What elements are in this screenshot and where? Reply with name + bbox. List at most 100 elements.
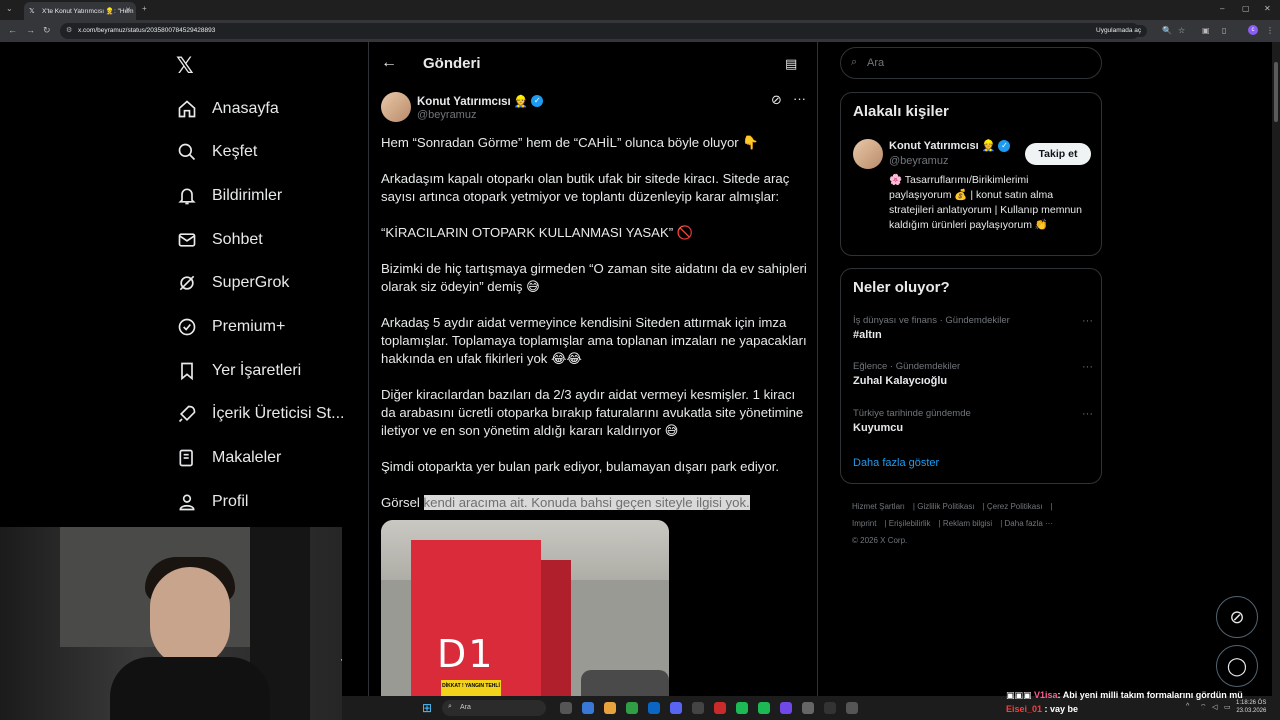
post-image[interactable]: D1 DİKKAT ! YANGIN TEHLİ (381, 520, 669, 720)
nav-bookmarks[interactable]: Yer İşaretleri (176, 356, 301, 386)
chrome-icon[interactable] (626, 702, 638, 714)
reader-mode-icon[interactable]: ▤ (785, 56, 797, 72)
forward-icon[interactable]: → (26, 25, 35, 35)
related-name[interactable]: Konut Yatırımcısı 👷 ✓ (889, 139, 1011, 152)
footer-link[interactable]: Daha fazla ··· (1005, 519, 1053, 528)
maximize-icon[interactable]: ▢ (1242, 4, 1250, 13)
grok-explain-icon[interactable]: ⊘ (771, 92, 782, 108)
related-people-card: Alakalı kişiler Konut Yatırımcısı 👷 ✓ @b… (840, 92, 1102, 256)
minimize-icon[interactable]: – (1220, 4, 1224, 13)
footer-link[interactable]: Çerez Politikası (987, 502, 1043, 511)
app-icon[interactable] (692, 702, 704, 714)
nav-explore[interactable]: Keşfet (176, 137, 257, 167)
scrollbar-thumb[interactable] (1274, 62, 1278, 122)
close-window-icon[interactable]: ✕ (1264, 4, 1271, 13)
app-icon[interactable] (802, 702, 814, 714)
app-icon[interactable] (714, 702, 726, 714)
webcam-face (150, 567, 230, 667)
footer-link[interactable]: Hizmet Şartları (852, 502, 905, 511)
trend-item[interactable]: Eğlence · Gündemdekiler Zuhal Kalaycıoğl… (853, 361, 1093, 387)
related-handle[interactable]: @beyramuz (889, 155, 948, 167)
reload-icon[interactable]: ↻ (43, 25, 51, 36)
windows-start-icon[interactable]: ⊞ (422, 701, 432, 715)
nav-profile[interactable]: Profil (176, 487, 248, 517)
chat-message: Eisei_01 : vay be (1006, 702, 1243, 716)
nav-supergrok[interactable]: SuperGrok (176, 268, 289, 298)
tab-list-icon[interactable]: ⌄ (6, 4, 13, 13)
browser-tab[interactable]: 𝕏 X'te Konut Yatırımcısı 👷: "Hem ✕ (24, 2, 136, 20)
more-options-icon[interactable]: ··· (1082, 408, 1093, 420)
trend-item[interactable]: İş dünyası ve finans · Gündemdekiler #al… (853, 315, 1093, 341)
nav-label: İçerik Üreticisi St... (212, 405, 345, 422)
more-options-icon[interactable]: ··· (1082, 361, 1093, 373)
pillar-label: D1 (437, 632, 495, 676)
follow-button[interactable]: Takip et (1025, 143, 1091, 165)
related-bio: 🌸 Tasarruflarımı/Birikimlerimi paylaşıyo… (889, 174, 1082, 231)
app-icon[interactable] (758, 702, 770, 714)
app-icon[interactable] (846, 702, 858, 714)
chat-username: V1isa (1034, 690, 1058, 700)
close-tab-icon[interactable]: ✕ (125, 6, 131, 14)
nav-premium[interactable]: Premium+ (176, 312, 285, 342)
footer-link[interactable]: Imprint (852, 519, 876, 528)
back-icon[interactable]: ← (8, 25, 17, 35)
nav-home[interactable]: Anasayfa (176, 94, 279, 124)
bookmark-star-icon[interactable]: ☆ (1178, 26, 1185, 35)
url-field[interactable]: ⚙ x.com/beyramuz/status/2035800784529428… (60, 23, 1140, 39)
verified-badge-icon: ✓ (998, 139, 1011, 152)
folder-icon[interactable] (604, 702, 616, 714)
nav-label: Yer İşaretleri (212, 362, 302, 379)
chat-message: ▣▣▣ V1isa: Abi yeni milli takım formaları… (1006, 688, 1243, 702)
grok-fab-button[interactable]: ⊘ (1216, 596, 1258, 638)
app-icon[interactable] (824, 702, 836, 714)
extensions-icon[interactable]: ▣ (1202, 26, 1210, 35)
spotify-icon[interactable] (736, 702, 748, 714)
app-icon[interactable] (780, 702, 792, 714)
post-paragraph-last: Görsel kendi aracıma ait. Konuda bahsi g… (381, 494, 809, 512)
nav-creator-studio[interactable]: İçerik Üreticisi St... (176, 399, 344, 429)
search-input[interactable]: ⌕ Ara (840, 47, 1102, 79)
address-bar-row: ← → ↻ ⚙ x.com/beyramuz/status/2035800784… (0, 20, 1280, 42)
article-icon (176, 447, 198, 469)
grok-icon (176, 272, 198, 294)
sidepanel-icon[interactable]: ▯ (1222, 26, 1226, 35)
chat-badges-icon: ▣▣▣ (1006, 690, 1032, 700)
post-paragraph: Şimdi otoparkta yer bulan park ediyor, b… (381, 459, 780, 474)
post-paragraph: Arkadaşım kapalı otoparkı olan butik ufa… (381, 171, 790, 204)
taskview-icon[interactable] (560, 702, 572, 714)
author-handle[interactable]: @beyramuz (417, 109, 476, 121)
related-avatar[interactable] (853, 139, 883, 169)
nav-notifications[interactable]: Bildirimler (176, 181, 282, 211)
site-info-icon[interactable]: ⚙ (66, 26, 72, 34)
app-icon[interactable] (648, 702, 660, 714)
grok-icon: ⊘ (1229, 607, 1245, 627)
nav-label: Sohbet (212, 231, 263, 248)
chat-bubble-icon: ◯ (1226, 656, 1248, 676)
show-more-link[interactable]: Daha fazla göster (853, 457, 939, 469)
nav-articles[interactable]: Makaleler (176, 443, 281, 473)
tab-title: X'te Konut Yatırımcısı 👷: "Hem (42, 8, 134, 15)
search-icon: ⌕ (851, 56, 858, 68)
nav-label: Premium+ (212, 318, 286, 335)
author-avatar[interactable] (381, 92, 411, 122)
open-in-app-button[interactable]: Uygulamada aç (1090, 25, 1148, 37)
trend-item[interactable]: Türkiye tarihinde gündemde Kuyumcu ··· (853, 408, 1093, 434)
menu-icon[interactable]: ⋮ (1266, 26, 1274, 35)
nav-chat[interactable]: Sohbet (176, 225, 263, 255)
footer-link[interactable]: Erişilebilirlik (889, 519, 931, 528)
new-tab-icon[interactable]: + (142, 4, 147, 13)
author-name[interactable]: Konut Yatırımcısı 👷 ✓ (417, 94, 544, 108)
zoom-icon[interactable]: 🔍 (1162, 26, 1172, 35)
discord-icon[interactable] (670, 702, 682, 714)
taskbar-search[interactable]: ⌕ Ara (442, 700, 546, 716)
more-options-icon[interactable]: ··· (1082, 315, 1093, 327)
profile-avatar[interactable]: c (1248, 25, 1258, 35)
footer-link[interactable]: Reklam bilgisi (943, 519, 992, 528)
footer-link[interactable]: Gizlilik Politikası (917, 502, 974, 511)
page-scrollbar[interactable] (1272, 42, 1280, 696)
more-options-icon[interactable]: ··· (793, 91, 806, 106)
x-logo-icon[interactable]: 𝕏 (176, 53, 194, 79)
messages-fab-button[interactable]: ◯ (1216, 645, 1258, 687)
app-icon[interactable] (582, 702, 594, 714)
back-arrow-icon[interactable]: ← (381, 54, 397, 72)
